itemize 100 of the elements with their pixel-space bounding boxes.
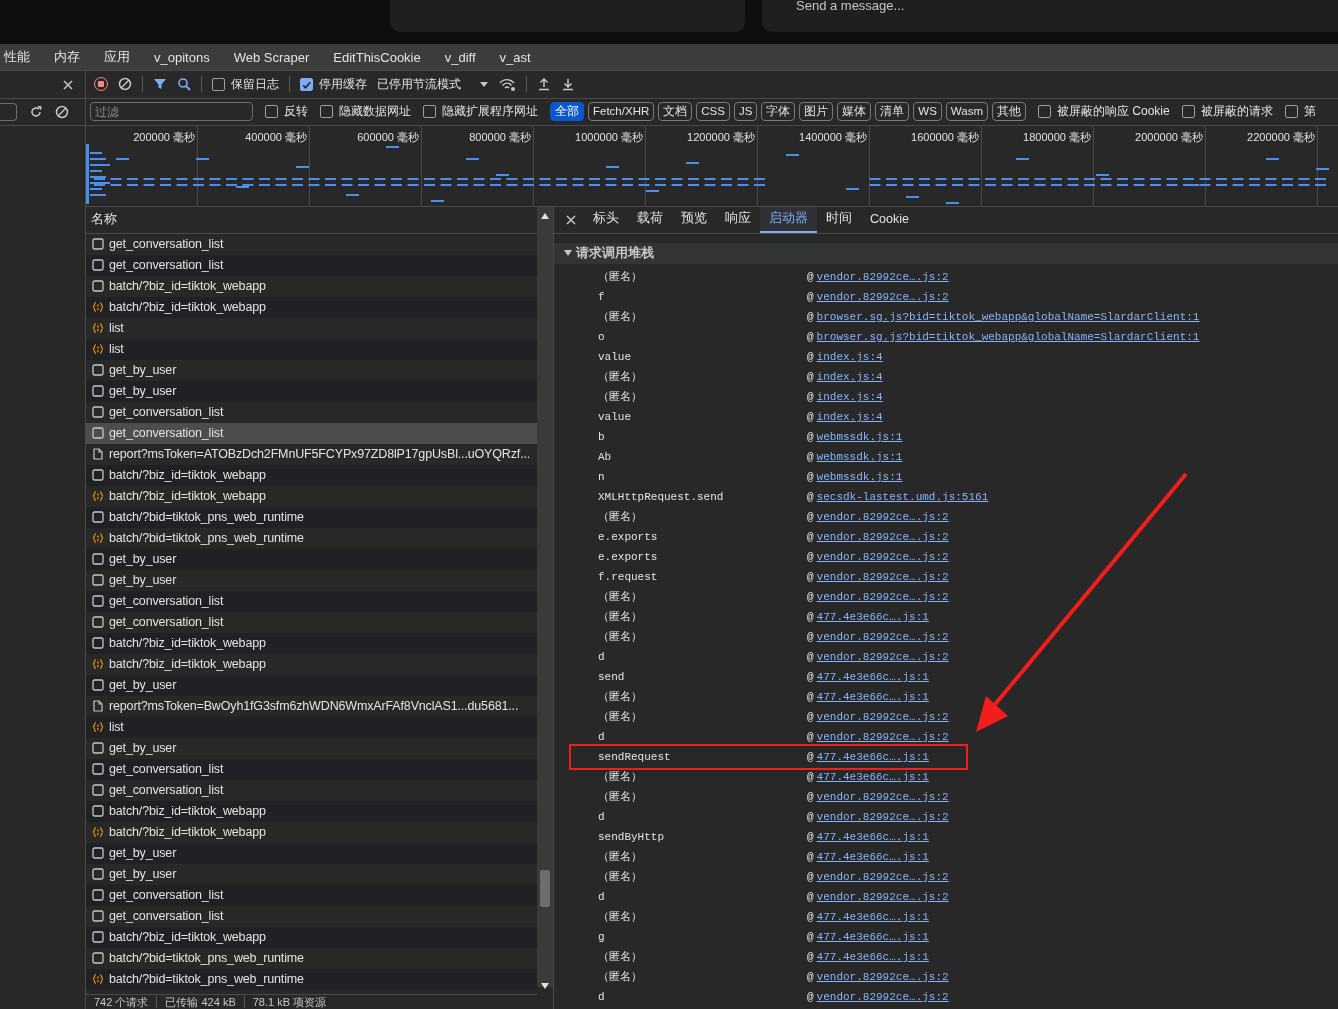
checkbox[interactable]	[265, 105, 278, 119]
request-row[interactable]: batch/?bid=tiktok_pns_web_runtime	[86, 506, 537, 528]
request-row[interactable]: batch/?biz_id=tiktok_webapp	[86, 653, 537, 675]
request-row[interactable]: batch/?biz_id=tiktok_webapp	[86, 926, 537, 948]
request-row[interactable]: batch/?bid=tiktok_pns_web_runtime	[86, 968, 537, 990]
request-row[interactable]: get_conversation_list	[86, 611, 537, 633]
scroll-up-icon[interactable]	[541, 212, 549, 219]
type-filter-button[interactable]: 其他	[992, 102, 1026, 122]
checkbox[interactable]	[1284, 105, 1298, 119]
section-header[interactable]: 请求调用堆栈	[554, 242, 1338, 264]
source-link[interactable]: vendor.82992ce….js:2	[816, 290, 949, 303]
close-icon[interactable]	[61, 77, 75, 92]
source-link[interactable]: browser.sg.js?bid=tiktok_webapp&globalName=SlardarClient:1	[816, 330, 1200, 343]
source-link[interactable]: vendor.82992ce….js:2	[816, 890, 949, 903]
source-link[interactable]: vendor.82992ce….js:2	[816, 510, 949, 523]
source-link[interactable]: 477.4e3e66c….js:1	[816, 670, 929, 683]
detail-tab[interactable]: 时间	[817, 206, 861, 233]
detail-tab[interactable]: 标头	[584, 206, 628, 233]
source-link[interactable]: vendor.82992ce….js:2	[816, 790, 949, 803]
type-filter-button[interactable]: 字体	[761, 102, 796, 122]
type-filter-button[interactable]: 清单	[875, 102, 910, 122]
request-row[interactable]: batch/?biz_id=tiktok_webapp	[86, 800, 537, 822]
request-row[interactable]: get_conversation_list	[86, 758, 537, 780]
upload-icon[interactable]	[537, 77, 551, 92]
panel-tab[interactable]: v_ast	[499, 49, 543, 65]
source-link[interactable]: vendor.82992ce….js:2	[816, 270, 949, 283]
source-link[interactable]: vendor.82992ce….js:2	[816, 630, 949, 643]
source-link[interactable]: vendor.82992ce….js:2	[816, 710, 949, 723]
source-link[interactable]: browser.sg.js?bid=tiktok_webapp&globalName=SlardarClient:1	[816, 310, 1200, 323]
filter-checkbox[interactable]: 隐藏数据网址	[320, 103, 411, 121]
network-settings-icon[interactable]	[499, 77, 516, 92]
type-filter-button[interactable]: 全部	[550, 102, 584, 122]
panel-tab[interactable]: v_diff	[444, 49, 488, 65]
detail-tab[interactable]: Cookie	[861, 206, 918, 233]
type-filter-button[interactable]: 媒体	[837, 102, 872, 122]
request-row[interactable]: list	[86, 338, 537, 360]
request-row[interactable]: batch/?bid=tiktok_pns_web_runtime	[86, 527, 537, 549]
type-filter-button[interactable]: 图片	[799, 102, 834, 122]
panel-tab[interactable]: EditThisCookie	[333, 49, 433, 65]
request-row[interactable]: list	[86, 716, 537, 738]
source-link[interactable]: vendor.82992ce….js:2	[816, 730, 949, 743]
request-row[interactable]: get_conversation_list	[86, 254, 537, 276]
source-link[interactable]: 477.4e3e66c….js:1	[816, 830, 929, 843]
request-row[interactable]: report?msToken=ATOBzDch2FMnUF5FCYPx97ZD8lP17gpUsBl...uOYQRzf...	[86, 443, 537, 465]
checkbox[interactable]	[1181, 105, 1195, 119]
source-link[interactable]: vendor.82992ce….js:2	[816, 570, 949, 583]
type-filter-button[interactable]: Fetch/XHR	[588, 102, 655, 122]
source-link[interactable]: 477.4e3e66c….js:1	[816, 750, 929, 763]
type-filter-button[interactable]: CSS	[696, 102, 730, 122]
request-row[interactable]: get_conversation_list	[86, 779, 537, 801]
preserve-log-checkbox[interactable]: 保留日志	[212, 76, 279, 93]
panel-tab[interactable]: 内存	[54, 48, 92, 66]
message-field[interactable]: Send a message...	[762, 0, 1338, 32]
reload-icon[interactable]	[29, 105, 43, 119]
block-icon[interactable]	[55, 105, 69, 119]
checkbox[interactable]	[1038, 105, 1051, 119]
download-icon[interactable]	[561, 77, 575, 92]
source-link[interactable]: webmssdk.js:1	[816, 430, 903, 443]
source-link[interactable]: vendor.82992ce….js:2	[816, 990, 949, 1003]
source-link[interactable]: index.js:4	[816, 410, 883, 423]
source-link[interactable]: 477.4e3e66c….js:1	[816, 910, 929, 923]
request-row[interactable]: list	[86, 317, 537, 339]
filter-field[interactable]: 过滤	[90, 102, 253, 122]
source-link[interactable]: vendor.82992ce….js:2	[816, 550, 949, 563]
source-link[interactable]: 477.4e3e66c….js:1	[816, 950, 929, 963]
request-row[interactable]: batch/?biz_id=tiktok_webapp	[86, 464, 537, 486]
request-row[interactable]: get_by_user	[86, 863, 537, 885]
request-row[interactable]: get_by_user	[86, 380, 537, 402]
throttling-dropdown[interactable]: 已停用节流模式	[377, 76, 489, 93]
source-link[interactable]: vendor.82992ce….js:2	[816, 530, 949, 543]
source-link[interactable]: 477.4e3e66c….js:1	[816, 690, 929, 703]
detail-tab[interactable]: 启动器	[760, 206, 817, 233]
request-row[interactable]: get_by_user	[86, 674, 537, 696]
scroll-down-icon[interactable]	[541, 982, 549, 989]
source-link[interactable]: index.js:4	[816, 370, 883, 383]
scrollbar-thumb[interactable]	[540, 869, 550, 907]
request-row[interactable]: batch/?biz_id=tiktok_webapp	[86, 632, 537, 654]
search-icon[interactable]	[177, 77, 191, 92]
detail-tab[interactable]: 载荷	[628, 206, 672, 233]
request-row[interactable]: get_conversation_list	[86, 590, 537, 612]
request-row[interactable]: get_conversation_list	[86, 905, 537, 927]
request-row[interactable]: get_by_user	[86, 737, 537, 759]
request-row[interactable]: report?msToken=BwOyh1fG3sfm6zhWDN6WmxArFAf8VnclAS1...du5681...	[86, 695, 537, 717]
filter-checkbox[interactable]: 隐藏扩展程序网址	[423, 103, 538, 121]
panel-tab[interactable]: 应用	[104, 48, 142, 66]
request-row[interactable]: get_conversation_list	[86, 401, 537, 423]
source-link[interactable]: vendor.82992ce….js:2	[816, 650, 949, 663]
source-link[interactable]: 477.4e3e66c….js:1	[816, 610, 929, 623]
panel-tab[interactable]: 性能	[4, 48, 42, 66]
disable-cache-checkbox[interactable]: 停用缓存	[300, 76, 367, 93]
type-filter-button[interactable]: Wasm	[945, 102, 988, 122]
filter-icon[interactable]	[153, 77, 167, 92]
type-filter-button[interactable]: 文档	[658, 102, 693, 122]
request-row[interactable]: get_conversation_list	[86, 422, 537, 444]
request-row[interactable]: get_by_user	[86, 569, 537, 591]
filter-checkbox[interactable]: 第	[1284, 103, 1316, 121]
source-link[interactable]: index.js:4	[816, 390, 883, 403]
source-link[interactable]: index.js:4	[816, 350, 883, 363]
source-link[interactable]: vendor.82992ce….js:2	[816, 870, 949, 883]
clear-icon[interactable]	[118, 77, 132, 92]
